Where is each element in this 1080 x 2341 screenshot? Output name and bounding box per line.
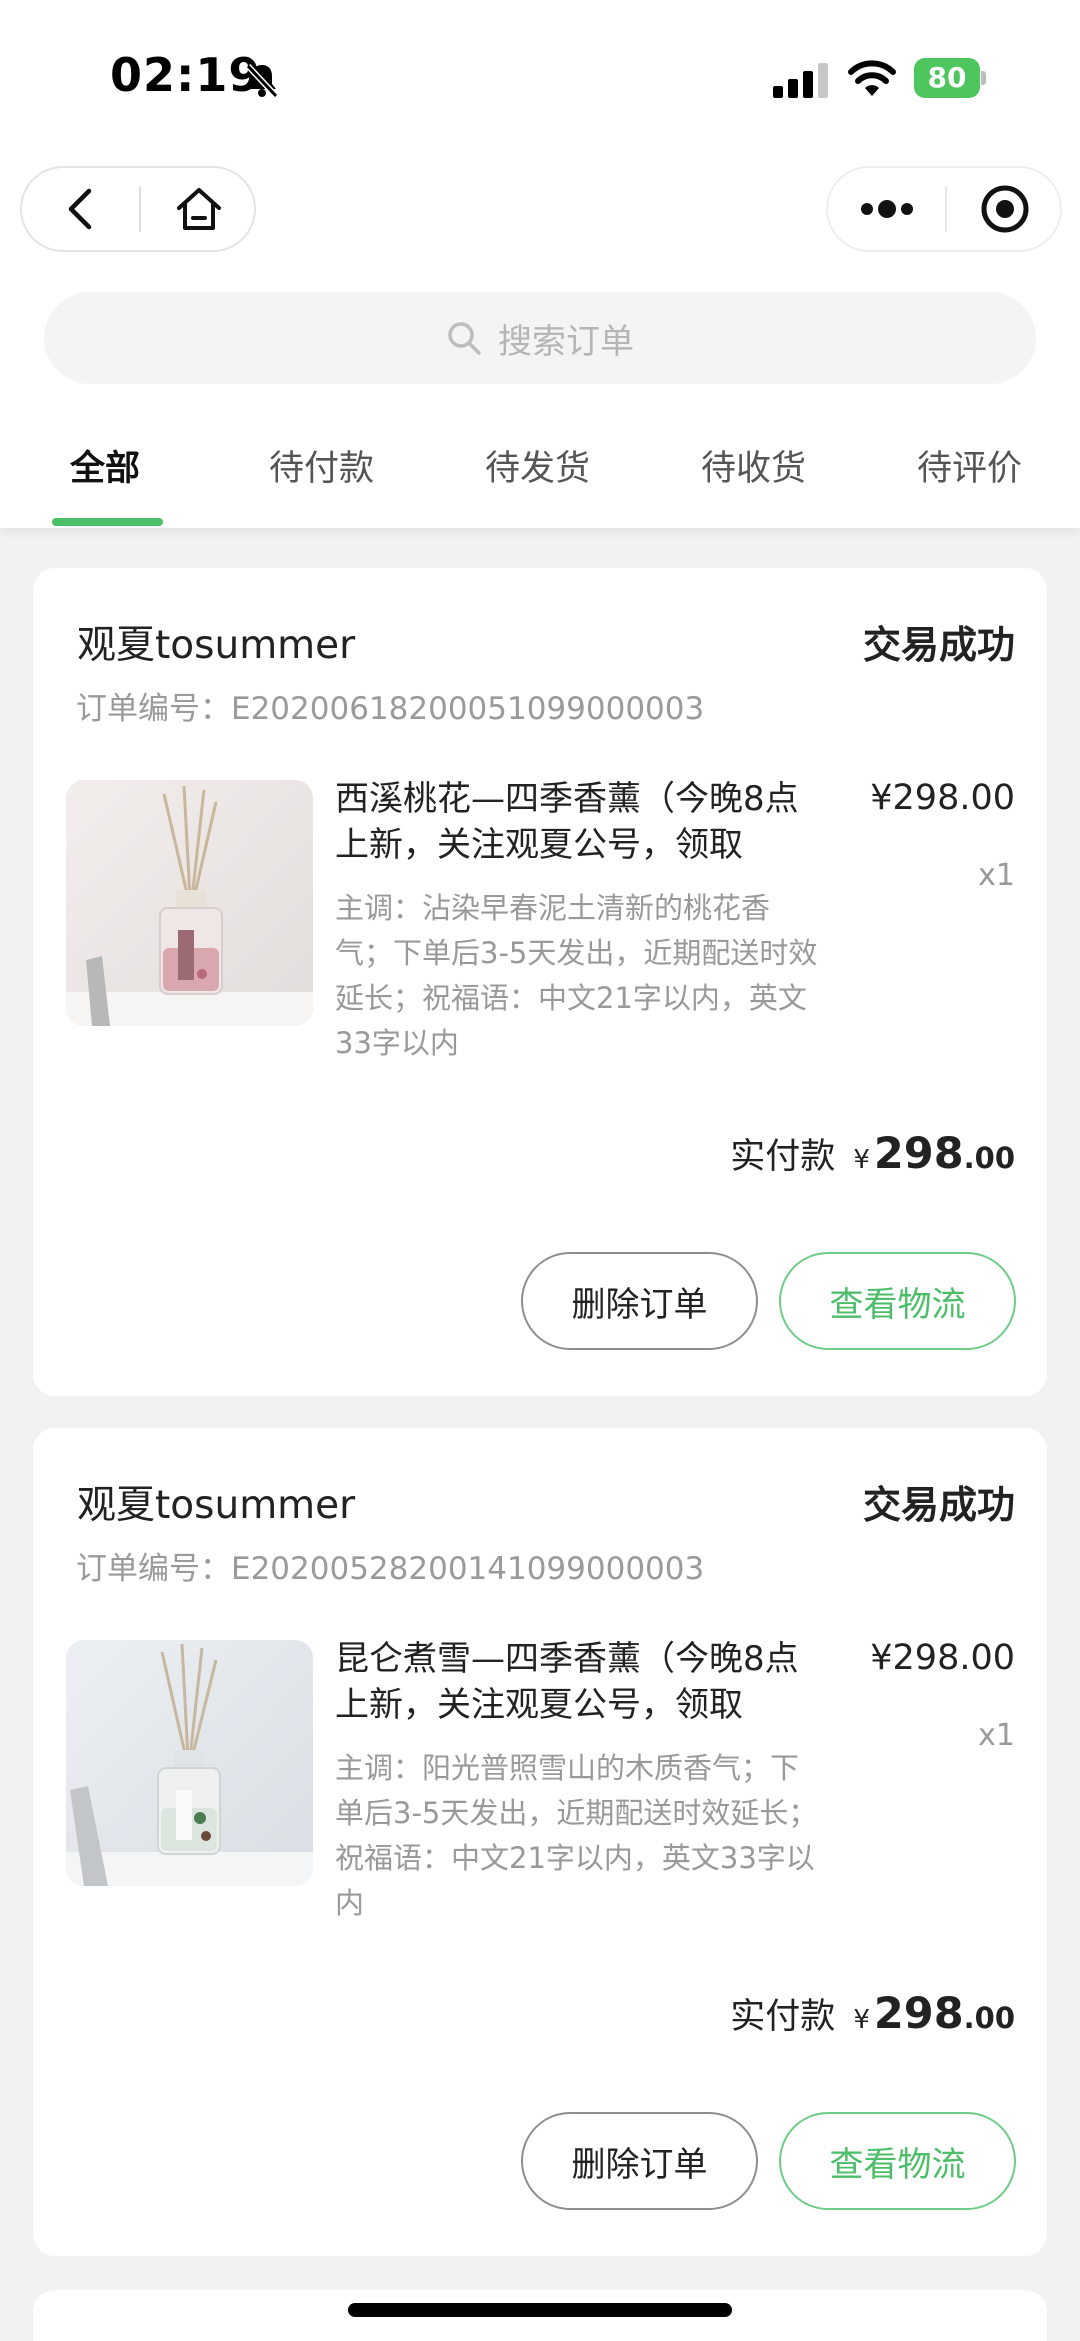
product-description: 主调：阳光普照雪山的木质香气；下单后3-5天发出，近期配送时效延长；祝福语：中文… xyxy=(335,1751,818,1920)
battery-charging-icon: 80 xyxy=(914,58,986,98)
diffuser-image xyxy=(66,1640,313,1886)
view-logistics-button[interactable]: 查看物流 xyxy=(779,1252,1016,1350)
back-button[interactable] xyxy=(22,168,140,250)
order-status: 交易成功 xyxy=(862,1483,1015,1527)
paid-amount-integer: 298 xyxy=(873,1129,964,1179)
status-time: 02:19 xyxy=(110,48,262,102)
paid-amount-row: 实付款 ¥ 298 .00 xyxy=(730,1988,1015,2039)
tab-all[interactable]: 全部 xyxy=(70,440,140,491)
bell-slash-icon xyxy=(245,63,279,99)
mini-program-capsule xyxy=(826,166,1062,252)
product-description: 主调：沾染早春泥土清新的桃花香气；下单后3-5天发出，近期配送时效延长；祝福语：… xyxy=(335,891,818,1060)
search-input[interactable]: 搜索订单 xyxy=(44,292,1036,384)
delete-order-button[interactable]: 删除订单 xyxy=(521,2112,758,2210)
paid-currency: ¥ xyxy=(853,2005,870,2035)
view-logistics-button[interactable]: 查看物流 xyxy=(779,2112,1016,2210)
search-icon xyxy=(448,322,481,355)
product-quantity: x1 xyxy=(978,1718,1015,1753)
order-number: 订单编号：E20200528200141099000003 xyxy=(76,1551,705,1587)
home-button[interactable] xyxy=(141,168,256,250)
home-indicator[interactable] xyxy=(348,2303,732,2317)
paid-currency: ¥ xyxy=(853,1145,870,1175)
more-button[interactable] xyxy=(828,168,946,250)
tab-pending-receipt[interactable]: 待收货 xyxy=(701,440,806,491)
product-image[interactable] xyxy=(66,780,313,1026)
paid-amount-decimal: .00 xyxy=(963,1141,1015,1175)
paid-label: 实付款 xyxy=(730,1137,836,1177)
shop-name[interactable]: 观夏tosummer xyxy=(77,614,355,670)
product-price: ¥298.00 xyxy=(870,778,1015,818)
signal-icon xyxy=(773,63,828,98)
paid-amount-integer: 298 xyxy=(873,1989,964,2039)
battery-cap xyxy=(981,71,986,85)
delete-order-button[interactable]: 删除订单 xyxy=(521,1252,758,1350)
wifi-icon xyxy=(848,60,896,96)
product-title[interactable]: 西溪桃花—四季香薰（今晚8点上新，关注观夏公号，领取 xyxy=(335,776,825,870)
close-mini-program-button[interactable] xyxy=(947,168,1062,250)
tab-pending-payment[interactable]: 待付款 xyxy=(269,440,374,491)
nav-capsule xyxy=(20,166,256,252)
order-card[interactable]: 观夏tosummer 交易成功 订单编号：E202006182000510990… xyxy=(33,568,1047,1396)
product-quantity: x1 xyxy=(978,858,1015,893)
tab-pending-shipment[interactable]: 待发货 xyxy=(485,440,590,491)
more-dots-icon xyxy=(861,200,913,218)
chevron-left-icon xyxy=(68,188,92,230)
tab-pending-review[interactable]: 待评价 xyxy=(917,440,1022,491)
target-circle-icon xyxy=(981,185,1028,233)
product-image[interactable] xyxy=(66,1640,313,1886)
order-status: 交易成功 xyxy=(862,623,1015,667)
battery-level: 80 xyxy=(914,58,980,98)
paid-amount-decimal: .00 xyxy=(963,2001,1015,2035)
paid-amount-row: 实付款 ¥ 298 .00 xyxy=(730,1128,1015,1179)
diffuser-image xyxy=(66,780,313,1026)
order-card[interactable]: 观夏tosummer 交易成功 订单编号：E202005282001410990… xyxy=(33,1428,1047,2256)
product-price: ¥298.00 xyxy=(870,1638,1015,1678)
shop-name[interactable]: 观夏tosummer xyxy=(77,1474,355,1530)
product-title[interactable]: 昆仑煮雪—四季香薰（今晚8点上新，关注观夏公号，领取 xyxy=(335,1636,825,1730)
search-placeholder: 搜索订单 xyxy=(498,321,634,362)
paid-label: 实付款 xyxy=(730,1997,836,2037)
active-tab-indicator xyxy=(52,518,163,526)
home-icon xyxy=(176,188,221,230)
order-number: 订单编号：E20200618200051099000003 xyxy=(76,691,705,727)
